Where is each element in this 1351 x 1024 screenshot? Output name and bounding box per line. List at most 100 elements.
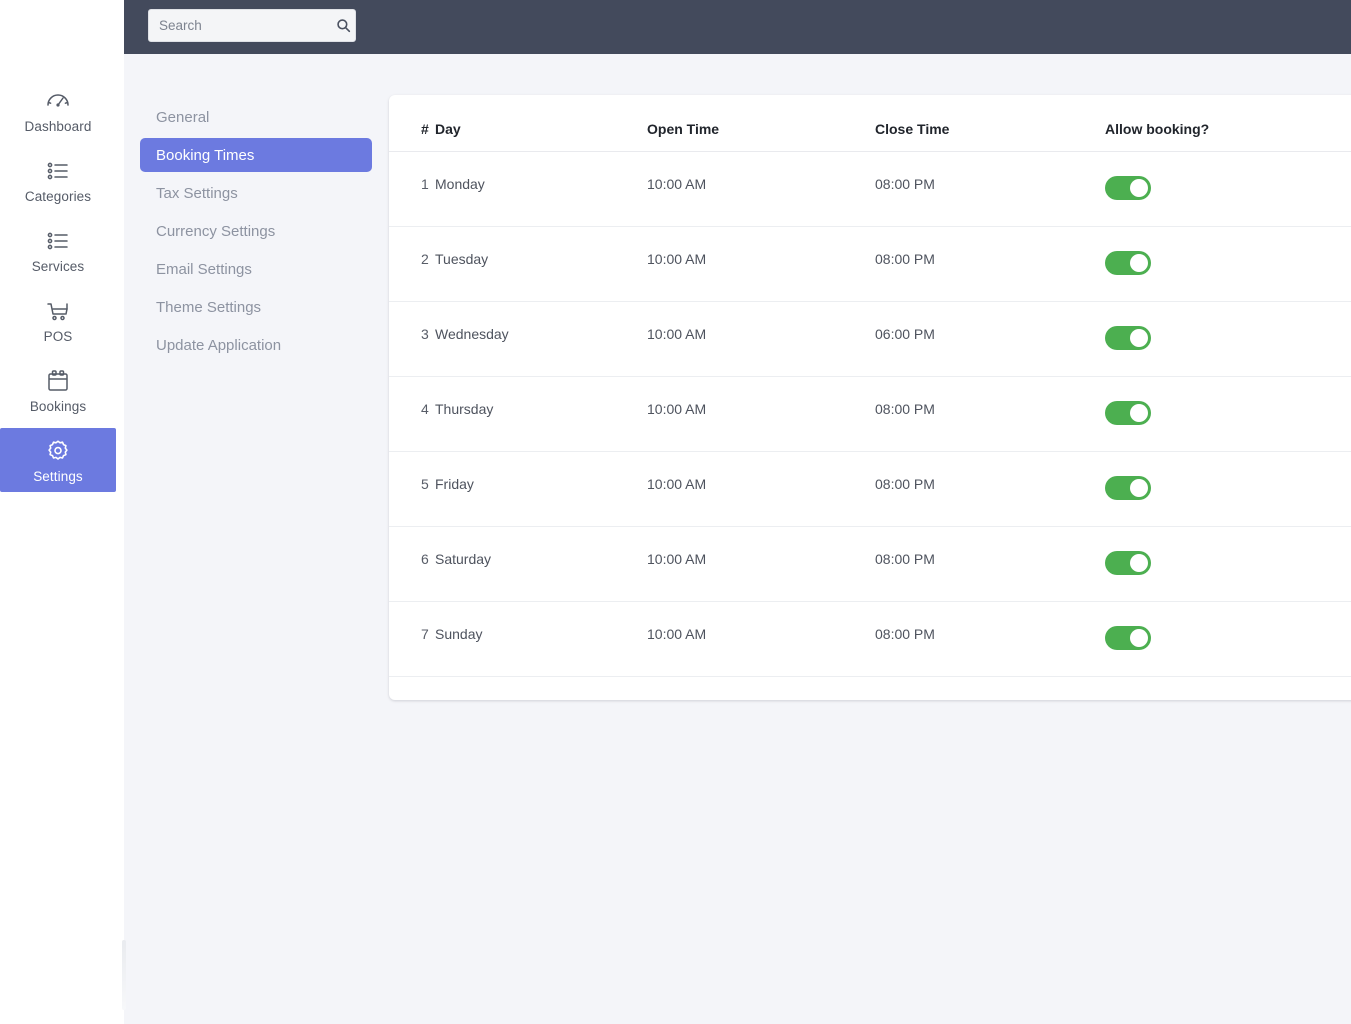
- toggle-knob: [1130, 479, 1148, 497]
- main-content: General Booking Times Tax Settings Curre…: [124, 54, 1351, 1024]
- table-row: 7 Sunday 10:00 AM 08:00 PM: [389, 601, 1351, 677]
- cell-allow-booking: [1105, 601, 1351, 677]
- settings-nav-booking-times[interactable]: Booking Times: [140, 138, 372, 172]
- cell-open-time: 10:00 AM: [647, 601, 875, 677]
- cell-allow-booking: [1105, 226, 1351, 302]
- cell-allow-booking: [1105, 526, 1351, 602]
- cell-day: Thursday: [435, 376, 647, 452]
- settings-nav-currency-settings[interactable]: Currency Settings: [140, 214, 372, 248]
- settings-nav-label: Update Application: [156, 336, 282, 354]
- settings-nav-label: Booking Times: [156, 146, 255, 164]
- cell-day: Sunday: [435, 601, 647, 677]
- cell-open-time: 10:00 AM: [647, 226, 875, 302]
- search-input[interactable]: [159, 18, 336, 33]
- search-icon[interactable]: [336, 17, 351, 35]
- cell-day: Wednesday: [435, 301, 647, 377]
- allow-booking-toggle[interactable]: [1105, 251, 1151, 275]
- cell-allow-booking: [1105, 151, 1351, 227]
- table-body: 1 Monday 10:00 AM 08:00 PM 2 Tuesday 10:…: [389, 151, 1351, 677]
- cell-open-time: 10:00 AM: [647, 151, 875, 227]
- cell-open-time: 10:00 AM: [647, 526, 875, 602]
- cell-open-time: 10:00 AM: [647, 451, 875, 527]
- app-root: Dashboard Categories Services POS Bookin…: [0, 0, 1351, 1024]
- cell-day: Friday: [435, 451, 647, 527]
- sidebar-item-categories[interactable]: Categories: [0, 148, 116, 212]
- cell-number: 5: [389, 451, 435, 527]
- cell-close-time: 08:00 PM: [875, 376, 1105, 452]
- sidebar-item-settings[interactable]: Settings: [0, 428, 116, 492]
- column-header-allow-booking: Allow booking?: [1105, 95, 1351, 152]
- cell-number: 4: [389, 376, 435, 452]
- primary-sidebar: Dashboard Categories Services POS Bookin…: [0, 0, 124, 1024]
- calendar-icon: [43, 366, 73, 396]
- settings-nav-label: Email Settings: [156, 260, 252, 278]
- gear-icon: [43, 436, 73, 466]
- cell-day: Monday: [435, 151, 647, 227]
- column-header-number: #: [389, 95, 435, 152]
- cell-day: Saturday: [435, 526, 647, 602]
- sidebar-item-bookings[interactable]: Bookings: [0, 358, 116, 422]
- list-icon: [43, 156, 73, 186]
- cell-number: 2: [389, 226, 435, 302]
- toggle-knob: [1130, 179, 1148, 197]
- settings-subnav: General Booking Times Tax Settings Curre…: [140, 100, 372, 366]
- sidebar-item-label: Categories: [24, 189, 92, 205]
- sidebar-item-label: Settings: [33, 469, 83, 485]
- shopping-cart-icon: [43, 296, 73, 326]
- cell-number: 6: [389, 526, 435, 602]
- allow-booking-toggle[interactable]: [1105, 476, 1151, 500]
- toggle-knob: [1130, 329, 1148, 347]
- table-row: 5 Friday 10:00 AM 08:00 PM: [389, 451, 1351, 527]
- settings-nav-label: Tax Settings: [156, 184, 238, 202]
- settings-nav-theme-settings[interactable]: Theme Settings: [140, 290, 372, 324]
- sidebar-item-label: POS: [43, 329, 73, 345]
- settings-nav-label: General: [156, 108, 210, 126]
- allow-booking-toggle[interactable]: [1105, 176, 1151, 200]
- allow-booking-toggle[interactable]: [1105, 326, 1151, 350]
- cell-allow-booking: [1105, 451, 1351, 527]
- sidebar-item-label: Services: [31, 259, 85, 275]
- cell-close-time: 08:00 PM: [875, 226, 1105, 302]
- cell-close-time: 08:00 PM: [875, 526, 1105, 602]
- allow-booking-toggle[interactable]: [1105, 626, 1151, 650]
- toggle-knob: [1130, 404, 1148, 422]
- table-header-row: # Day Open Time Close Time Allow booking…: [389, 95, 1351, 152]
- cell-close-time: 08:00 PM: [875, 601, 1105, 677]
- sidebar-item-label: Dashboard: [24, 119, 92, 135]
- sidebar-item-dashboard[interactable]: Dashboard: [0, 78, 116, 142]
- toggle-knob: [1130, 254, 1148, 272]
- page-scrollbar[interactable]: [122, 940, 126, 1010]
- sidebar-item-pos[interactable]: POS: [0, 288, 116, 352]
- booking-times-table: # Day Open Time Close Time Allow booking…: [389, 95, 1351, 677]
- toggle-knob: [1130, 629, 1148, 647]
- search-box[interactable]: [148, 9, 356, 42]
- table-header: # Day Open Time Close Time Allow booking…: [389, 95, 1351, 152]
- table-row: 6 Saturday 10:00 AM 08:00 PM: [389, 526, 1351, 602]
- cell-close-time: 06:00 PM: [875, 301, 1105, 377]
- cell-day: Tuesday: [435, 226, 647, 302]
- list-icon: [43, 226, 73, 256]
- top-header-bar: [124, 0, 1351, 54]
- settings-nav-update-application[interactable]: Update Application: [140, 328, 372, 362]
- toggle-knob: [1130, 554, 1148, 572]
- cell-close-time: 08:00 PM: [875, 451, 1105, 527]
- settings-nav-email-settings[interactable]: Email Settings: [140, 252, 372, 286]
- column-header-open-time: Open Time: [647, 95, 875, 152]
- cell-number: 7: [389, 601, 435, 677]
- sidebar-item-services[interactable]: Services: [0, 218, 116, 282]
- sidebar-item-list: Dashboard Categories Services POS Bookin…: [0, 78, 124, 498]
- speedometer-icon: [43, 86, 73, 116]
- settings-nav-label: Currency Settings: [156, 222, 276, 240]
- table-row: 3 Wednesday 10:00 AM 06:00 PM: [389, 301, 1351, 377]
- cell-open-time: 10:00 AM: [647, 301, 875, 377]
- cell-allow-booking: [1105, 301, 1351, 377]
- cell-close-time: 08:00 PM: [875, 151, 1105, 227]
- settings-nav-general[interactable]: General: [140, 100, 372, 134]
- cell-number: 3: [389, 301, 435, 377]
- table-row: 2 Tuesday 10:00 AM 08:00 PM: [389, 226, 1351, 302]
- allow-booking-toggle[interactable]: [1105, 551, 1151, 575]
- allow-booking-toggle[interactable]: [1105, 401, 1151, 425]
- settings-nav-tax-settings[interactable]: Tax Settings: [140, 176, 372, 210]
- sidebar-item-label: Bookings: [29, 399, 87, 415]
- table-row: 1 Monday 10:00 AM 08:00 PM: [389, 151, 1351, 227]
